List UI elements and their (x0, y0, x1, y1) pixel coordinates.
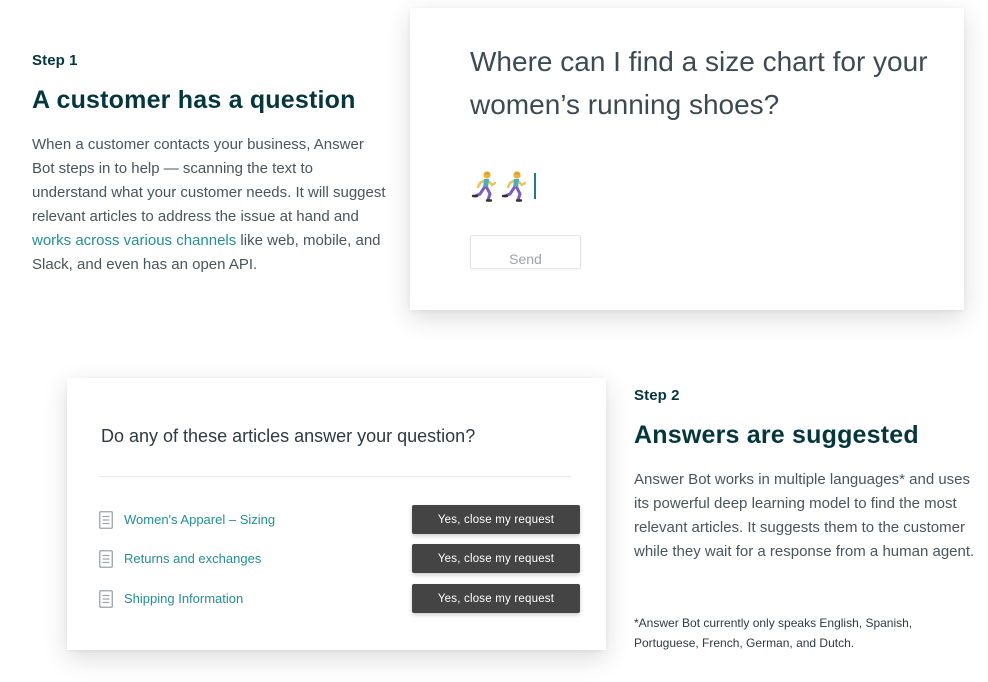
language-footnote: *Answer Bot currently only speaks Englis… (634, 616, 913, 650)
step-2-label: Step 2 (634, 387, 680, 404)
message-input[interactable] (470, 168, 536, 204)
question-card: Where can I find a size chart for your w… (410, 8, 964, 310)
article-row: Women's Apparel – Sizing Yes, close my r… (99, 505, 581, 535)
step-1-description: When a customer contacts your business, … (32, 136, 386, 273)
step-1-heading: A customer has a question (32, 86, 356, 114)
channels-link[interactable]: works across various channels (32, 232, 236, 249)
document-icon (99, 511, 113, 529)
divider (98, 476, 571, 477)
article-link[interactable]: Shipping Information (124, 591, 243, 606)
text-cursor (534, 173, 536, 199)
article-link[interactable]: Returns and exchanges (124, 551, 261, 566)
suggestions-card: Do any of these articles answer your que… (67, 378, 606, 650)
article-link[interactable]: Women's Apparel – Sizing (124, 512, 275, 527)
step-1-label: Step 1 (32, 52, 78, 69)
send-button[interactable]: Send (470, 235, 581, 269)
step-2-description: Answer Bot works in multiple languages* … (634, 471, 975, 560)
article-row: Returns and exchanges Yes, close my requ… (99, 544, 581, 574)
step-2-heading: Answers are suggested (634, 421, 919, 449)
runner-icon (501, 171, 527, 202)
article-row: Shipping Information Yes, close my reque… (99, 584, 581, 614)
document-icon (99, 550, 113, 568)
close-request-button[interactable]: Yes, close my request (412, 544, 580, 573)
close-request-button[interactable]: Yes, close my request (412, 584, 580, 613)
runner-icon (471, 171, 497, 202)
suggestions-title: Do any of these articles answer your que… (101, 426, 476, 446)
customer-question: Where can I find a size chart for your w… (470, 46, 928, 120)
document-icon (99, 590, 113, 608)
close-request-button[interactable]: Yes, close my request (412, 505, 580, 534)
